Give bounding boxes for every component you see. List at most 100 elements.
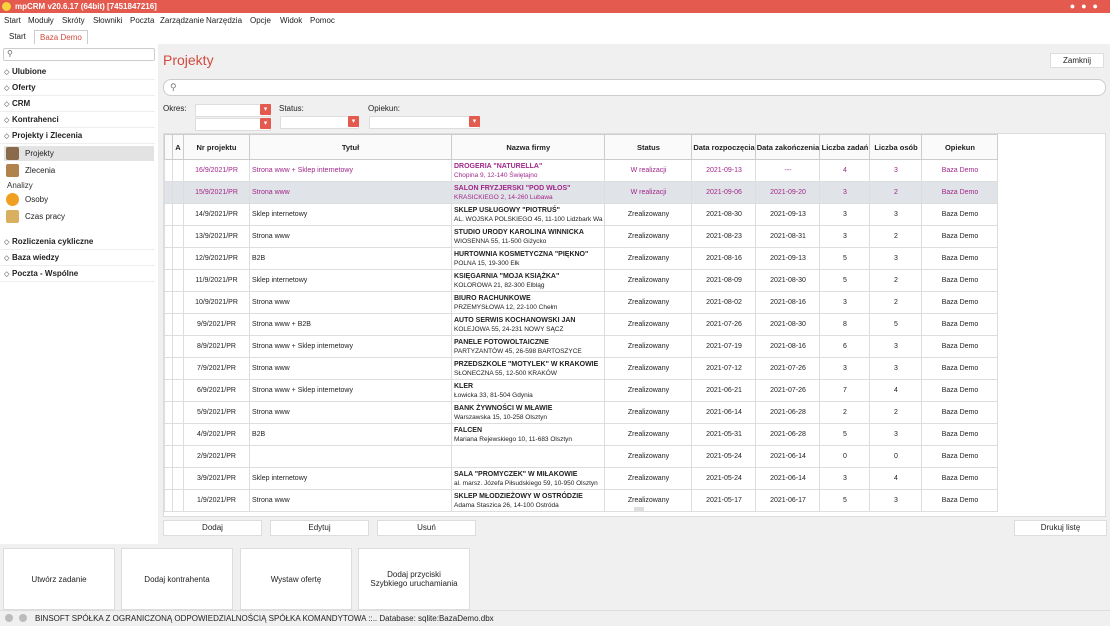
sidebar-section-baza-wiedzy[interactable]: ◇ Baza wiedzy (0, 251, 155, 266)
row-indicator-cell (164, 313, 173, 336)
sidebar-item-osoby[interactable]: Osoby (4, 192, 154, 207)
tab-start[interactable]: Start (4, 30, 31, 43)
quick-create-task-button[interactable]: Utwórz zadanie (3, 548, 115, 610)
row-firma-cell: PANELE FOTOWOLTAICZNE PARTYZANTÓW 45, 26-… (450, 335, 606, 358)
edit-button[interactable]: Edytuj (270, 520, 369, 536)
table-row[interactable]: 1/9/2021/PR Strona www SKLEP MŁODZIEŻOWY W… (164, 489, 999, 512)
sidebar-section-crm[interactable]: ◇ CRM (0, 97, 155, 112)
sidebar-item-zlecenia[interactable]: Zlecenia (4, 163, 154, 178)
menu-narzedzia[interactable]: Narzędzia (206, 16, 242, 25)
table-row[interactable]: 16/9/2021/PR Strona www + Sklep interneto… (164, 159, 999, 182)
sidebar-item-czas-pracy[interactable]: Czas pracy (4, 209, 154, 224)
menu-zarzadzanie[interactable]: Zarządzanie (160, 16, 204, 25)
filter-okres-label: Okres: (163, 104, 187, 113)
row-end-cell: 2021-07-26 (755, 379, 821, 402)
table-row[interactable]: 11/9/2021/PR Sklep internetowy KSIĘGARNIA … (164, 269, 999, 292)
sidebar-item-projekty[interactable]: Projekty (4, 146, 154, 161)
row-end-cell: 2021-09-20 (755, 181, 821, 204)
menu-moduly[interactable]: Moduły (28, 16, 54, 25)
row-os-cell: 2 (869, 291, 923, 314)
sidebar-section-ulubione[interactable]: ◇ Ulubione (0, 65, 155, 80)
print-list-button[interactable]: Drukuj listę (1014, 520, 1107, 536)
table-row[interactable]: 8/9/2021/PR Strona www + Sklep internetow… (164, 335, 999, 358)
sidebar-section-kontrahenci[interactable]: ◇ Kontrahenci (0, 113, 155, 128)
sidebar: ⚲ ◇ Ulubione ◇ Oferty ◇ CRM ◇ Kontrahenci ◇ P… (0, 44, 158, 544)
row-opiekun-cell: Baza Demo (921, 269, 999, 292)
menu-bar: Start Moduły Skróty Słowniki Poczta Zarz… (0, 13, 1110, 29)
row-a-cell (172, 291, 184, 314)
quick-add-shortcut-button[interactable]: Dodaj przyciski Szybkiego uruchamiania (358, 548, 470, 610)
filter-status-label: Status: (279, 104, 304, 113)
company-name: BIURO RACHUNKOWE (454, 294, 531, 302)
window-controls-icon[interactable]: ●●● (1070, 0, 1104, 13)
grid-header-zadan[interactable]: Liczba zadań (819, 134, 871, 160)
table-row[interactable]: 12/9/2021/PR B2B HURTOWNIA KOSMETYCZNA "PI… (164, 247, 999, 270)
row-end-cell: --- (755, 159, 821, 182)
grid-search-input[interactable]: ⚲ (163, 79, 1106, 96)
filter-okres-from[interactable]: ▾ (195, 104, 271, 117)
row-os-cell: 3 (869, 159, 923, 182)
menu-slowniki[interactable]: Słowniki (93, 16, 122, 25)
search-icon: ⚲ (170, 82, 177, 92)
quick-add-contractor-button[interactable]: Dodaj kontrahenta (121, 548, 233, 610)
grid-header-start[interactable]: Data rozpoczęcia (691, 134, 757, 160)
menu-skroty[interactable]: Skróty (62, 16, 85, 25)
horizontal-scroll-handle[interactable] (634, 507, 644, 511)
table-row[interactable]: 4/9/2021/PR B2B FALCEN Mariana Rejewskiego … (164, 423, 999, 446)
menu-start[interactable]: Start (4, 16, 21, 25)
table-row[interactable]: 15/9/2021/PR Strona www SALON FRYZJERSKI "… (164, 181, 999, 204)
menu-opcje[interactable]: Opcje (250, 16, 271, 25)
row-a-cell (172, 401, 184, 424)
grid-header-osob[interactable]: Liczba osób (869, 134, 923, 160)
grid-header-nr[interactable]: Nr projektu (183, 134, 250, 160)
filter-status-select[interactable]: ▾ (280, 116, 359, 129)
company-name: KSIĘGARNIA "MOJA KSIĄŻKA" (454, 272, 560, 280)
grid-header-opiekun[interactable]: Opiekun (921, 134, 999, 160)
row-zad-cell: 5 (819, 247, 871, 270)
tab-baza-demo[interactable]: Baza Demo (34, 30, 88, 44)
grid-header-a[interactable]: A (172, 134, 184, 160)
menu-poczta[interactable]: Poczta (130, 16, 154, 25)
sidebar-search-input[interactable]: ⚲ (3, 48, 155, 61)
row-zad-cell: 0 (819, 445, 871, 468)
row-indicator-cell (164, 445, 173, 468)
row-os-cell: 3 (869, 357, 923, 380)
table-row[interactable]: 3/9/2021/PR Sklep internetowy SALA "PROMYC… (164, 467, 999, 490)
menu-widok[interactable]: Widok (280, 16, 302, 25)
row-zad-cell: 3 (819, 467, 871, 490)
menu-pomoc[interactable]: Pomoc (310, 16, 335, 25)
expand-icon: ◇ (4, 271, 10, 278)
table-row[interactable]: 5/9/2021/PR Strona www BANK ŻYWNOŚCI W MŁA… (164, 401, 999, 424)
close-button[interactable]: Zamknij (1050, 53, 1104, 68)
grid-header-end[interactable]: Data zakończenia (755, 134, 821, 160)
filter-opiekun-select[interactable]: ▾ (369, 116, 480, 129)
table-row[interactable]: 9/9/2021/PR Strona www + B2B AUTO SERWIS K… (164, 313, 999, 336)
row-os-cell: 3 (869, 489, 923, 512)
sidebar-section-rozliczenia[interactable]: ◇ Rozliczenia cykliczne (0, 235, 155, 250)
sidebar-section-projekty[interactable]: ◇ Projekty i Zlecenia (0, 129, 155, 144)
table-row[interactable]: 14/9/2021/PR Sklep internetowy SKLEP USŁUG… (164, 203, 999, 226)
table-row[interactable]: 7/9/2021/PR Strona www PRZEDSZKOLE "MOTYLE… (164, 357, 999, 380)
table-row[interactable]: 10/9/2021/PR Strona www BIURO RACHUNKOWE PR… (164, 291, 999, 314)
row-os-cell: 3 (869, 423, 923, 446)
row-nr-cell: 14/9/2021/PR (183, 203, 250, 226)
grid-header-firma[interactable]: Nazwa firmy (450, 134, 606, 160)
table-row[interactable]: 2/9/2021/PR Zrealizowany 2021-05-24 2021-06… (164, 445, 999, 468)
row-opiekun-cell: Baza Demo (921, 445, 999, 468)
filter-okres-to[interactable]: ▾ (195, 118, 271, 131)
grid-header-status[interactable]: Status (604, 134, 693, 160)
table-row[interactable]: 13/9/2021/PR Strona www STUDIO URODY KAROL… (164, 225, 999, 248)
grid-header-tytul[interactable]: Tytuł (249, 134, 452, 160)
table-row[interactable]: 6/9/2021/PR Strona www + Sklep internetow… (164, 379, 999, 402)
sidebar-section-poczta[interactable]: ◇ Poczta - Wspólne (0, 267, 155, 282)
row-os-cell: 3 (869, 247, 923, 270)
row-zad-cell: 5 (819, 269, 871, 292)
delete-button[interactable]: Usuń (377, 520, 476, 536)
row-nr-cell: 11/9/2021/PR (183, 269, 250, 292)
quick-create-offer-button[interactable]: Wystaw ofertę (240, 548, 352, 610)
chevron-down-icon: ▾ (348, 116, 359, 127)
row-tytul-cell: Strona www + B2B (249, 313, 452, 336)
add-button[interactable]: Dodaj (163, 520, 262, 536)
row-status-cell: Zrealizowany (604, 225, 693, 248)
sidebar-section-oferty[interactable]: ◇ Oferty (0, 81, 155, 96)
